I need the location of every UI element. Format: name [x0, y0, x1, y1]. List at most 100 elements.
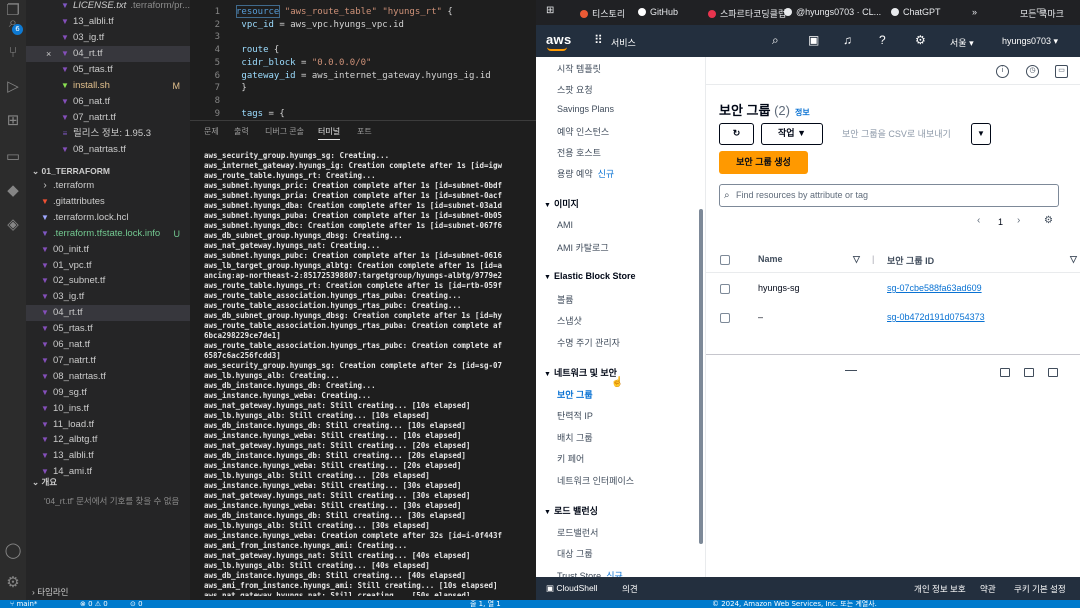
feedback-link[interactable]: 의견	[622, 583, 638, 595]
file-item[interactable]: ▼ 06_nat.tf	[26, 337, 190, 353]
info-icon[interactable]: i	[996, 65, 1009, 78]
table-settings-icon[interactable]: ⚙	[1044, 215, 1053, 226]
cloudshell-icon[interactable]: ▣	[808, 33, 819, 47]
file-item[interactable]: ▼ 05_rtas.tf	[26, 321, 190, 337]
help-icon[interactable]: ?	[879, 33, 886, 47]
sidebar-item[interactable]: 스냅샷	[557, 314, 582, 327]
sidebar-item[interactable]: Trust Store 신규	[557, 569, 623, 577]
column-name[interactable]: Name	[758, 254, 783, 264]
bookmark-item[interactable]: ChatGPT	[891, 7, 941, 17]
file-item[interactable]: ▼ 10_ins.tf	[26, 401, 190, 417]
all-bookmarks-button[interactable]: 모든 북마크	[1020, 7, 1064, 20]
cursor-position[interactable]: 줄 1, 열 1	[470, 600, 501, 608]
sidebar-item[interactable]: 키 페어	[557, 452, 584, 465]
file-item[interactable]: ▼ 11_load.tf	[26, 417, 190, 433]
file-item[interactable]: ▼ 07_natrt.tf	[26, 353, 190, 369]
terminal-output[interactable]: aws_security_group.hyungs_sg: Creating..…	[204, 151, 536, 596]
branch-status[interactable]: ⑂ main*	[10, 600, 37, 608]
select-all-checkbox[interactable]	[720, 255, 730, 265]
sidebar-item[interactable]: 수명 주기 관리자	[557, 336, 620, 349]
panel-tab[interactable]: 디버그 콘솔	[265, 126, 304, 137]
close-icon[interactable]: ×	[46, 46, 51, 62]
current-page[interactable]: 1	[998, 217, 1003, 227]
run-debug-icon[interactable]: ▷	[3, 76, 23, 96]
export-dropdown-button[interactable]: ▼	[971, 123, 991, 145]
pane-side-icon[interactable]	[1024, 368, 1034, 377]
column-sg-id[interactable]: 보안 그룹 ID	[887, 254, 934, 267]
panel-tab[interactable]: 터미널	[318, 126, 341, 140]
terms-link[interactable]: 약관	[980, 583, 996, 595]
resize-handle[interactable]	[845, 370, 857, 371]
refresh-button[interactable]: ↻	[719, 123, 754, 145]
file-item[interactable]: ▼ 01_vpc.tf	[26, 258, 190, 274]
actions-button[interactable]: 작업 ▼	[761, 123, 823, 145]
sidebar-scrollbar[interactable]	[699, 209, 703, 544]
sg-id-link[interactable]: sg-07cbe588fa63ad609	[887, 283, 982, 293]
region-selector[interactable]: 서울 ▾	[950, 36, 974, 49]
sort-caret-icon[interactable]: ▽	[853, 254, 860, 265]
sidebar-section-header[interactable]: ▼ 로드 밸런싱	[544, 504, 598, 517]
file-item[interactable]: ▼ 13_albli.tf	[26, 448, 190, 464]
bookmark-item[interactable]: @hyungs0703 · CL...	[784, 7, 881, 17]
file-item[interactable]: ▼ .terraform.tfstate.lock.info U	[26, 226, 190, 242]
sidebar-item[interactable]: 스팟 요청	[557, 83, 593, 96]
panel-tab[interactable]: 출력	[234, 126, 249, 137]
bookmarks-overflow-button[interactable]: »	[972, 7, 977, 17]
file-item[interactable]: ▼ install.sh M	[26, 78, 190, 94]
ports-status[interactable]: ⊙ 0	[130, 600, 143, 608]
code-line[interactable]: 5 cidr_block = "0.0.0.0/0"	[190, 57, 372, 70]
file-item[interactable]: ≡ 릴리스 정보: 1.95.3	[26, 126, 190, 142]
outline-header[interactable]: ⌄ 개요	[26, 474, 190, 490]
file-item[interactable]: ▼ 05_rtas.tf	[26, 62, 190, 78]
file-item[interactable]: ▼ 04_rt.tf	[26, 305, 190, 322]
docker-icon[interactable]: ◆	[3, 180, 23, 200]
sidebar-item[interactable]: 대상 그룹	[557, 547, 593, 560]
panel-tab[interactable]: 포트	[357, 126, 372, 137]
next-page-icon[interactable]: ›	[1017, 215, 1020, 226]
feedback-icon[interactable]: ▭	[1055, 65, 1068, 78]
file-item[interactable]: ▼ LICENSE.txt .terraform/pr...	[26, 0, 190, 14]
code-line[interactable]: 8	[190, 95, 236, 108]
sidebar-item[interactable]: 로드밸런서	[557, 526, 598, 539]
row-checkbox[interactable]	[720, 284, 730, 294]
sidebar-item[interactable]: AMI	[557, 220, 573, 230]
info-link[interactable]: 정보	[795, 108, 810, 117]
new-badge[interactable]: 신규	[598, 169, 615, 179]
sidebar-section-header[interactable]: ▼ 이미지	[544, 197, 579, 210]
file-item[interactable]: ▼ 02_subnet.tf	[26, 273, 190, 289]
sidebar-item[interactable]: 보안 그룹	[557, 388, 593, 401]
account-menu[interactable]: hyungs0703 ▾	[1002, 36, 1058, 47]
sidebar-item[interactable]: 네트워크 인터페이스	[557, 474, 634, 487]
bookmark-item[interactable]: 티스토리	[580, 7, 625, 20]
sidebar-section-header[interactable]: ▼ 네트워크 및 보안	[544, 366, 617, 379]
file-item[interactable]: ▼ 08_natrtas.tf	[26, 142, 190, 158]
resource-search-input[interactable]: ⌕ Find resources by attribute or tag	[719, 184, 1059, 207]
problems-status[interactable]: ⊗ 0 ⚠ 0	[80, 600, 108, 608]
split-divider[interactable]	[706, 354, 1080, 355]
settings-gear-icon[interactable]: ⚙	[3, 572, 23, 592]
file-item[interactable]: ▼ 09_sg.tf	[26, 385, 190, 401]
file-item[interactable]: ▼ 06_nat.tf	[26, 94, 190, 110]
services-menu[interactable]: 서비스	[611, 36, 636, 49]
sidebar-item[interactable]: 시작 템플릿	[557, 62, 601, 75]
sidebar-section-header[interactable]: ▼ Elastic Block Store	[544, 271, 636, 281]
code-line[interactable]: 7 }	[190, 82, 247, 95]
python-icon[interactable]: ◈	[3, 214, 23, 234]
create-security-group-button[interactable]: 보안 그룹 생성	[719, 151, 808, 174]
file-item[interactable]: ▼ 03_ig.tf	[26, 30, 190, 46]
code-editor[interactable]: 1 resource "aws_route_table" "hyungs_rt" …	[190, 0, 536, 120]
bookmark-item[interactable]: 스파르타코딩클럽	[708, 7, 786, 20]
file-item[interactable]: × ▼ 04_rt.tf	[26, 46, 190, 62]
file-item[interactable]: ▼ .gitattributes	[26, 194, 190, 210]
sidebar-item[interactable]: 용량 예약 신규	[557, 167, 614, 180]
file-item[interactable]: ▼ 03_ig.tf	[26, 289, 190, 305]
file-item[interactable]: ▼ .terraform.lock.hcl	[26, 210, 190, 226]
sg-id-link[interactable]: sg-0b472d191d0754373	[887, 312, 985, 322]
remote-explorer-icon[interactable]: ▭	[3, 146, 23, 166]
pane-bottom-icon[interactable]	[1000, 368, 1010, 377]
cloudshell-link[interactable]: ▣ CloudShell	[546, 583, 598, 594]
workspace-folder-header[interactable]: ⌄ 01_TERRAFORM	[26, 163, 190, 179]
code-line[interactable]: 1 resource "aws_route_table" "hyungs_rt" …	[190, 6, 453, 19]
table-row[interactable]: hyungs-sg sg-07cbe588fa63ad609	[706, 275, 1080, 303]
code-line[interactable]: 4 route {	[190, 44, 280, 57]
